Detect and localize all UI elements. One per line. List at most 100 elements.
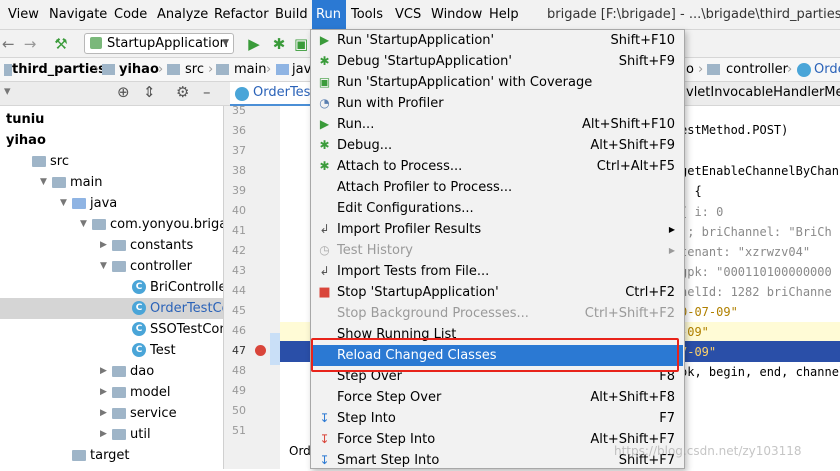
menu-vcs[interactable]: VCS (395, 0, 421, 30)
menu-window[interactable]: Window (431, 0, 482, 30)
run-menu-item-shortcut: Alt+Shift+F10 (582, 117, 675, 132)
stop-icon: ■ (318, 285, 331, 300)
tree-item[interactable]: C OrderTestContro (0, 298, 223, 319)
code-line: getEnableChannelByChann (680, 164, 840, 178)
breadcrumb-item[interactable]: third_parties (12, 58, 106, 81)
run-menu-item[interactable]: Force Step Over Alt+Shift+F8 (312, 387, 683, 408)
chevron-right-icon[interactable]: ▶ (100, 361, 107, 382)
line-number: 47 (232, 344, 246, 357)
class-icon: C (132, 322, 146, 336)
chevron-down-icon[interactable]: ▼ (80, 214, 87, 235)
editor-tab-active[interactable]: OrderTest (230, 82, 316, 106)
change-marker (270, 333, 280, 365)
project-tree: tuniu yihao src ▼ main ▼ java ▼ com.yonyou.briga… (0, 106, 224, 469)
code-line: 0-07-09" (680, 305, 738, 319)
tree-item[interactable]: src (0, 151, 223, 172)
project-panel-header: ▾ ⊕ ⇕ ⚙ – (0, 82, 224, 106)
run-icon[interactable]: ▶ (246, 33, 262, 55)
chevron-right-icon[interactable]: ▶ (100, 403, 107, 424)
run-menu-item-shortcut: Shift+F9 (618, 54, 675, 69)
chevron-down-icon[interactable]: ▼ (60, 193, 67, 214)
folder-icon (112, 387, 126, 398)
locate-icon[interactable]: ⊕ (117, 83, 130, 101)
debug-icon[interactable]: ✱ (270, 33, 288, 55)
run-menu-item[interactable]: ▶ Run 'StartupApplication' Shift+F10 (312, 30, 683, 51)
collapse-all-icon[interactable]: ⇕ (143, 83, 156, 101)
run-menu-item[interactable]: Attach Profiler to Process... (312, 177, 683, 198)
run-menu-item[interactable]: ↧ Step Into F7 (312, 408, 683, 429)
run-menu-item-label: Stop Background Processes... (337, 306, 529, 321)
run-menu-item[interactable]: ↲ Import Tests from File... (312, 261, 683, 282)
tree-item[interactable]: ▶ service (0, 403, 223, 424)
menu-view[interactable]: View (8, 0, 39, 30)
breadcrumb-item[interactable]: o (686, 58, 694, 81)
run-menu-item[interactable]: ↲ Import Profiler Results ▶ (312, 219, 683, 240)
tree-item[interactable]: ▶ model (0, 382, 223, 403)
breadcrumb-item[interactable]: src (185, 58, 204, 81)
chevron-right-icon[interactable]: ▶ (100, 424, 107, 445)
folder-icon (216, 64, 229, 75)
menu-analyze[interactable]: Analyze (157, 0, 208, 30)
tree-item[interactable]: C SSOTestControlle (0, 319, 223, 340)
menu-refactor[interactable]: Refactor (214, 0, 269, 30)
editor-tab-label[interactable]: vletInvocableHandlerMetho (686, 85, 840, 100)
folder-icon (4, 64, 12, 76)
tree-item[interactable]: ▼ main (0, 172, 223, 193)
line-number: 41 (232, 224, 246, 237)
run-menu-item[interactable]: ■ Stop 'StartupApplication' Ctrl+F2 (312, 282, 683, 303)
run-menu-item-shortcut: Alt+Shift+F9 (590, 138, 675, 153)
back-icon[interactable]: ← (2, 33, 15, 55)
gear-icon[interactable]: ⚙ (176, 83, 189, 101)
menu-build[interactable]: Build (275, 0, 308, 30)
run-menu-item[interactable]: Edit Configurations... (312, 198, 683, 219)
menu-run[interactable]: Run (312, 0, 346, 30)
breadcrumb-item[interactable]: yihao (119, 58, 159, 81)
tree-item[interactable]: ▶ util (0, 424, 223, 445)
tree-item[interactable]: target (0, 445, 223, 466)
class-icon: C (132, 301, 146, 315)
tree-item-label: OrderTestContro (150, 301, 223, 316)
tree-item[interactable]: ▼ com.yonyou.brigade.thi (0, 214, 223, 235)
code-line: ok, begin, end, channel (680, 365, 840, 379)
run-menu-item[interactable]: ◔ Run with Profiler (312, 93, 683, 114)
breadcrumb-item[interactable]: controller (726, 58, 788, 81)
chevron-down-icon[interactable]: ▼ (100, 256, 107, 277)
run-menu-item-label: Test History (337, 243, 413, 258)
run-configuration-select[interactable]: StartupApplication ▼ (84, 33, 234, 54)
tree-item[interactable]: yihao (0, 130, 223, 151)
run-menu-item[interactable]: ✱ Debug 'StartupApplication' Shift+F9 (312, 51, 683, 72)
run-menu-item-label: Debug... (337, 138, 393, 153)
line-number: 45 (232, 304, 246, 317)
tree-item[interactable]: ▶ dao (0, 361, 223, 382)
tree-item[interactable]: ▶ constants (0, 235, 223, 256)
run-menu-item[interactable]: ▶ Run... Alt+Shift+F10 (312, 114, 683, 135)
coverage-icon[interactable]: ▣ (294, 33, 308, 55)
forward-icon[interactable]: → (22, 33, 38, 55)
collapse-icon[interactable]: ▾ (4, 84, 11, 99)
chevron-right-icon[interactable]: ▶ (100, 382, 107, 403)
run-menu-item: ◷ Test History ▶ (312, 240, 683, 261)
run-menu-item[interactable]: ▣ Run 'StartupApplication' with Coverage (312, 72, 683, 93)
menu-navigate[interactable]: Navigate (49, 0, 107, 30)
menu-code[interactable]: Code (114, 0, 147, 30)
chevron-down-icon[interactable]: ▼ (40, 172, 47, 193)
breadcrumb-item[interactable]: main (234, 58, 266, 81)
tree-item[interactable]: ▼ controller (0, 256, 223, 277)
watermark-text: https://blog.csdn.net/zy103118 (614, 444, 802, 458)
run-menu-item[interactable]: ✱ Debug... Alt+Shift+F9 (312, 135, 683, 156)
menu-help[interactable]: Help (489, 0, 519, 30)
tree-item[interactable]: C BriController (0, 277, 223, 298)
chevron-right-icon[interactable]: ▶ (100, 235, 107, 256)
breadcrumb-item[interactable]: jav (292, 58, 311, 81)
breakpoint-icon[interactable] (255, 345, 266, 356)
menu-tools[interactable]: Tools (351, 0, 383, 30)
tree-item[interactable]: ▼ java (0, 193, 223, 214)
tree-item[interactable]: C Test (0, 340, 223, 361)
line-number: 44 (232, 284, 246, 297)
breadcrumb-item[interactable]: Orde (814, 58, 840, 81)
tree-item[interactable]: tuniu (0, 109, 223, 130)
run-menu-item[interactable]: ✱ Attach to Process... Ctrl+Alt+F5 (312, 156, 683, 177)
hide-panel-icon[interactable]: – (203, 83, 211, 101)
run-icon: ▶ (319, 33, 330, 47)
build-hammer-icon[interactable]: ⚒ (52, 33, 70, 55)
